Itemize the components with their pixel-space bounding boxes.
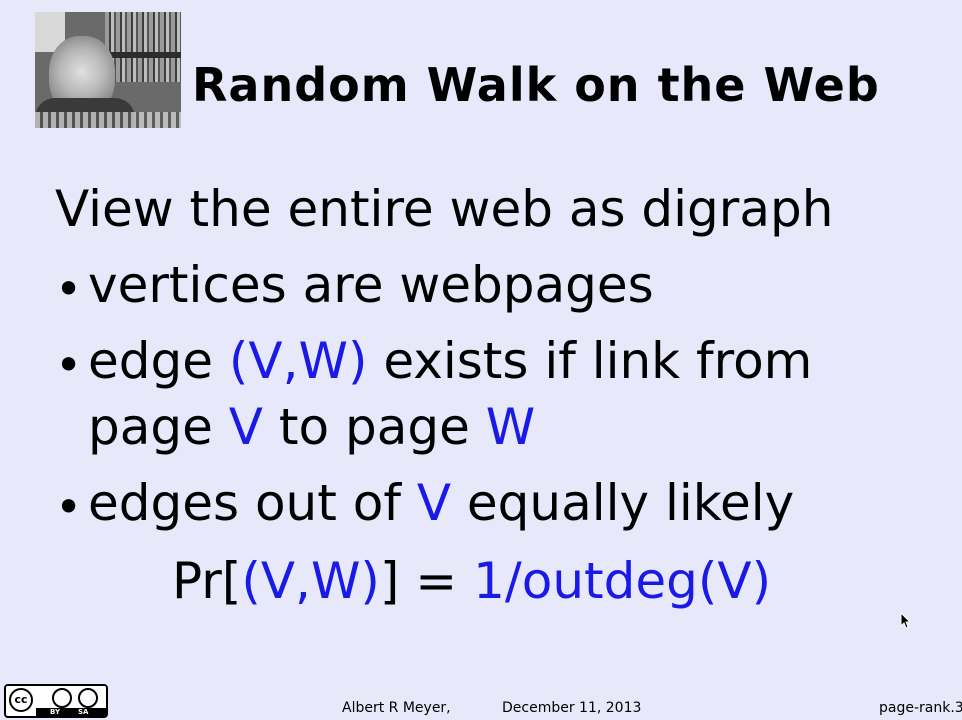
footer-author: Albert R Meyer, — [342, 700, 451, 716]
share-alike-icon — [78, 688, 98, 708]
footer-slide-id: page-rank.3 — [879, 700, 962, 716]
vertex-v: V — [228, 398, 263, 456]
bullet-dot: • — [55, 338, 83, 392]
cc-icon: cc — [9, 688, 33, 712]
attribution-icon — [52, 688, 72, 708]
bullet-edges-out: edges out of V equally likely — [88, 474, 795, 532]
vertex-v: V — [416, 474, 452, 532]
bullet-edge-line2: page V to page W — [88, 398, 536, 456]
probability-formula: Pr[(V,W)] = 1/outdeg(V) — [172, 552, 772, 610]
slide-title: Random Walk on the Web — [192, 58, 880, 112]
creative-commons-badge: cc BY SA — [4, 684, 108, 718]
bullet-dot: • — [55, 480, 83, 534]
edge-vw: (V,W) — [228, 332, 368, 390]
bullet-vertices: vertices are webpages — [88, 256, 654, 314]
mouse-pointer-icon — [900, 612, 912, 629]
footer-date: December 11, 2013 — [502, 700, 642, 716]
webcam-video — [35, 12, 181, 128]
slide: Random Walk on the Web View the entire w… — [0, 0, 962, 720]
vertex-w: W — [485, 398, 536, 456]
intro-line: View the entire web as digraph — [55, 180, 834, 238]
bullet-dot: • — [55, 262, 83, 316]
bullet-edge: edge (V,W) exists if link from — [88, 332, 813, 390]
